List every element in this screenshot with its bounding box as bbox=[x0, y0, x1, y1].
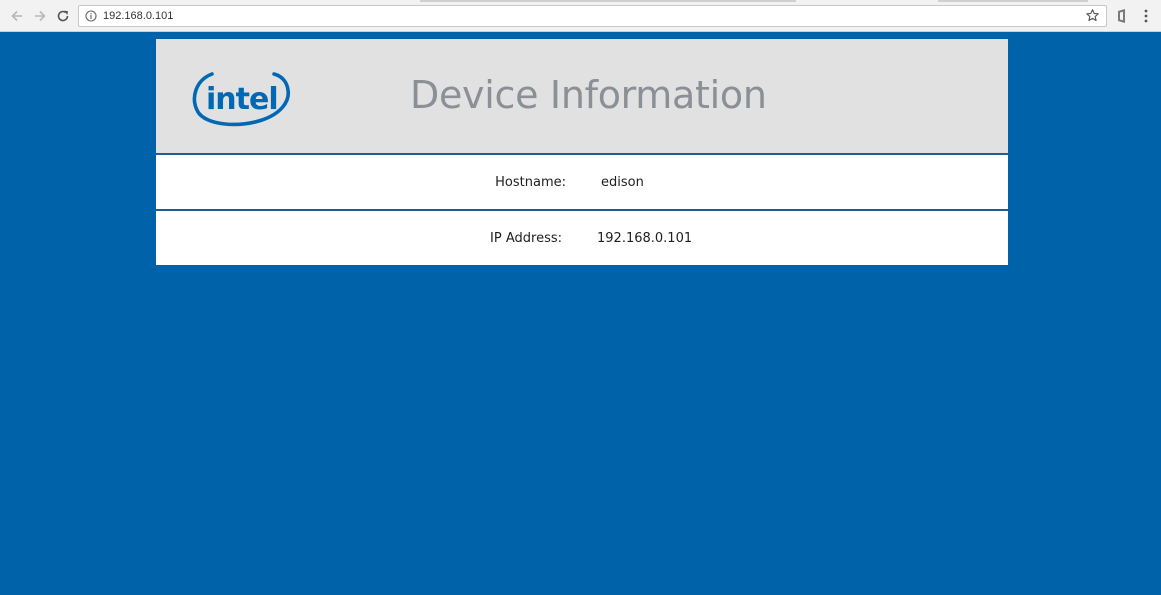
address-bar[interactable] bbox=[78, 5, 1107, 27]
reload-icon bbox=[57, 10, 69, 22]
tab-strip-edge bbox=[938, 0, 1088, 2]
ip-address-value: 192.168.0.101 bbox=[597, 231, 693, 246]
arrow-left-icon bbox=[11, 10, 22, 22]
ip-address-row: IP Address: 192.168.0.101 bbox=[156, 211, 1008, 265]
forward-button[interactable] bbox=[31, 7, 49, 25]
hostname-row: Hostname: edison bbox=[156, 155, 1008, 211]
device-info-panel: intel Device Information Hostname: ediso… bbox=[156, 39, 1008, 265]
url-input[interactable] bbox=[103, 8, 1063, 24]
ip-address-label: IP Address: bbox=[490, 231, 562, 246]
hostname-value: edison bbox=[601, 175, 644, 190]
panel-header: intel Device Information bbox=[156, 39, 1008, 155]
tab-strip-edge bbox=[420, 0, 796, 2]
more-vert-icon[interactable] bbox=[1143, 8, 1149, 24]
intel-logo: intel bbox=[192, 72, 290, 127]
reload-button[interactable] bbox=[54, 7, 72, 25]
svg-text:intel: intel bbox=[206, 82, 278, 117]
star-icon[interactable] bbox=[1085, 8, 1100, 23]
info-icon[interactable] bbox=[85, 10, 97, 22]
hostname-label: Hostname: bbox=[495, 175, 566, 190]
arrow-right-icon bbox=[35, 10, 46, 22]
back-button[interactable] bbox=[8, 7, 26, 25]
extension-icon[interactable] bbox=[1116, 8, 1128, 24]
browser-toolbar bbox=[0, 0, 1161, 32]
page-title: Device Information bbox=[410, 73, 767, 117]
